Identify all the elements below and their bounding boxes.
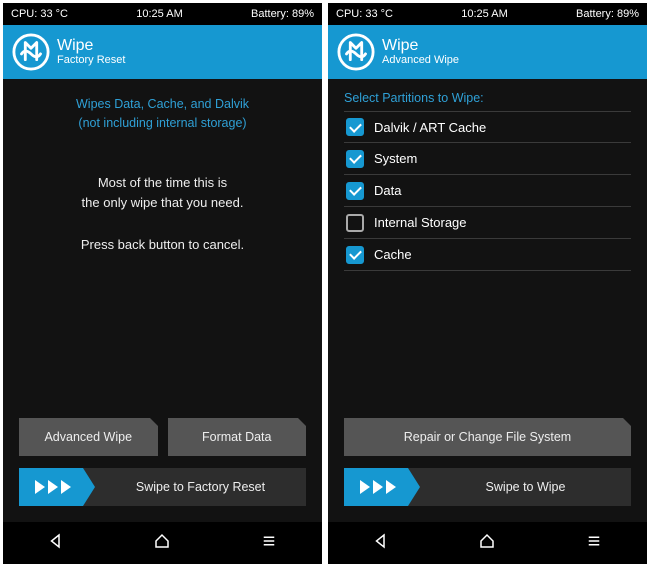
swipe-slider[interactable]: Swipe to Wipe <box>344 468 631 506</box>
partition-item[interactable]: System <box>344 143 631 175</box>
format-data-button[interactable]: Format Data <box>168 418 307 456</box>
header-title: Wipe <box>57 37 125 55</box>
status-bar: CPU: 33 °C 10:25 AM Battery: 89% <box>3 3 322 25</box>
slider-thumb-icon[interactable] <box>344 468 408 506</box>
nav-menu-icon[interactable] <box>585 532 603 555</box>
nav-bar <box>3 522 322 564</box>
nav-home-icon[interactable] <box>478 532 496 555</box>
twrp-logo-icon <box>336 32 376 72</box>
header-title: Wipe <box>382 37 459 55</box>
partition-label: Cache <box>374 247 412 262</box>
info-text-blue: Wipes Data, Cache, and Dalvik (not inclu… <box>19 95 306 133</box>
nav-bar <box>328 522 647 564</box>
header: Wipe Factory Reset <box>3 25 322 79</box>
twrp-logo-icon <box>11 32 51 72</box>
status-battery: Battery: 89% <box>251 8 314 20</box>
status-bar: CPU: 33 °C 10:25 AM Battery: 89% <box>328 3 647 25</box>
nav-menu-icon[interactable] <box>260 532 278 555</box>
checkbox-icon[interactable] <box>346 118 364 136</box>
slider-thumb-icon[interactable] <box>19 468 83 506</box>
info-text-white: Most of the time this is the only wipe t… <box>19 173 306 256</box>
swipe-slider[interactable]: Swipe to Factory Reset <box>19 468 306 506</box>
slider-label: Swipe to Factory Reset <box>83 480 306 494</box>
header: Wipe Advanced Wipe <box>328 25 647 79</box>
slider-label: Swipe to Wipe <box>408 480 631 494</box>
status-cpu: CPU: 33 °C <box>11 8 68 20</box>
repair-fs-button[interactable]: Repair or Change File System <box>344 418 631 456</box>
nav-back-icon[interactable] <box>47 532 65 555</box>
checkbox-icon[interactable] <box>346 182 364 200</box>
partition-label: Dalvik / ART Cache <box>374 120 486 135</box>
screen-advanced-wipe: CPU: 33 °C 10:25 AM Battery: 89% Wipe Ad… <box>328 3 647 564</box>
partition-list: Dalvik / ART Cache System Data Internal Sto… <box>344 111 631 271</box>
checkbox-icon[interactable] <box>346 150 364 168</box>
partition-item[interactable]: Data <box>344 175 631 207</box>
nav-home-icon[interactable] <box>153 532 171 555</box>
checkbox-icon[interactable] <box>346 214 364 232</box>
header-subtitle: Advanced Wipe <box>382 54 459 67</box>
status-time: 10:25 AM <box>461 8 507 20</box>
checkbox-icon[interactable] <box>346 246 364 264</box>
partition-item[interactable]: Dalvik / ART Cache <box>344 111 631 143</box>
screen-factory-reset: CPU: 33 °C 10:25 AM Battery: 89% Wipe Fa… <box>3 3 322 564</box>
partition-item[interactable]: Internal Storage <box>344 207 631 239</box>
status-time: 10:25 AM <box>136 8 182 20</box>
status-cpu: CPU: 33 °C <box>336 8 393 20</box>
nav-back-icon[interactable] <box>372 532 390 555</box>
section-label: Select Partitions to Wipe: <box>344 91 631 105</box>
partition-label: Internal Storage <box>374 215 467 230</box>
advanced-wipe-button[interactable]: Advanced Wipe <box>19 418 158 456</box>
header-subtitle: Factory Reset <box>57 54 125 67</box>
partition-label: System <box>374 151 417 166</box>
status-battery: Battery: 89% <box>576 8 639 20</box>
partition-item[interactable]: Cache <box>344 239 631 271</box>
partition-label: Data <box>374 183 401 198</box>
